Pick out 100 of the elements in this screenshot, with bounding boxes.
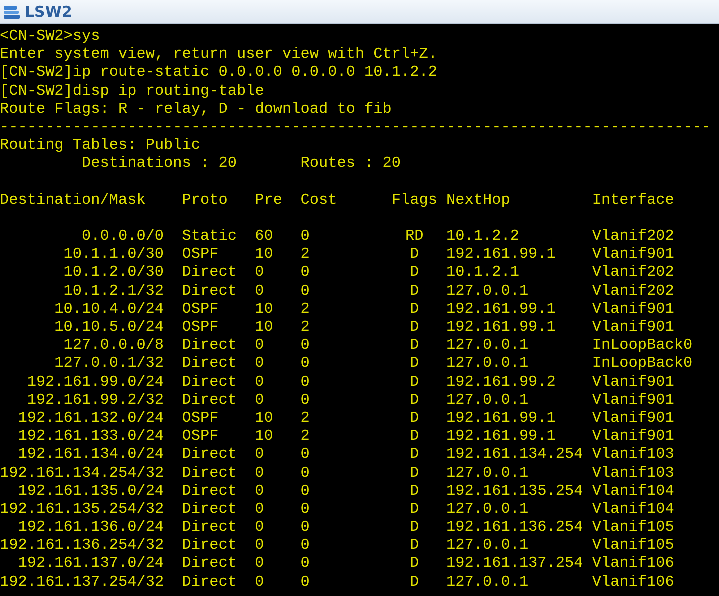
table-cell: Vlanif901 xyxy=(592,245,674,264)
table-cell-text: 0 xyxy=(300,372,311,391)
table-cell-text: 0 xyxy=(300,282,311,300)
table-cell-text: 0 xyxy=(255,536,266,554)
table-cell-text: D xyxy=(409,300,420,318)
table-cell-text: D xyxy=(409,282,420,300)
table-cell-text: 10.1.2.1/32 xyxy=(62,282,164,300)
table-cell-text: 10 xyxy=(255,318,274,336)
table-cell-text: Direct xyxy=(182,354,238,373)
table-cell: Vlanif106 xyxy=(592,554,674,573)
table-cell-text: 0 xyxy=(255,354,266,373)
table-cell-text: Direct xyxy=(182,390,238,409)
table-cell: 192.161.135.254/32 xyxy=(0,500,164,518)
table-cell-text: Direct xyxy=(182,282,238,300)
table-cell-text: D xyxy=(409,518,420,536)
table-cell-text: OSPF xyxy=(182,408,220,428)
table-cell-text: 0.0.0.0/0 xyxy=(81,227,164,246)
table-cell-text: D xyxy=(409,464,420,482)
table-cell-text: Direct xyxy=(182,263,238,282)
table-cell-text: 192.161.99.2/32 xyxy=(26,390,164,409)
table-cell-text: 127.0.0.1 xyxy=(446,354,530,373)
table-cell-text: 0 xyxy=(255,336,266,354)
table-cell-text: Static xyxy=(182,227,238,246)
table-cell-text: 192.161.136.0/24 xyxy=(17,518,164,536)
console-line: Routing Tables: Public xyxy=(0,136,201,154)
table-cell-text: 192.161.99.1 xyxy=(446,318,557,336)
table-cell-text: OSPF xyxy=(182,318,220,336)
table-cell: Vlanif103 xyxy=(592,445,674,464)
table-cell-text: Direct xyxy=(182,500,238,518)
column-header: Destination/Mask xyxy=(0,190,147,209)
table-cell-text: 0 xyxy=(300,390,311,409)
console-line: <CN-SW2>sys xyxy=(0,27,100,46)
table-cell-text: OSPF xyxy=(182,427,220,446)
table-cell-text: D xyxy=(409,408,420,428)
table-cell-text: Direct xyxy=(182,536,238,554)
table-cell: Vlanif202 xyxy=(592,263,674,282)
table-cell-text: 192.161.134.0/24 xyxy=(17,445,164,464)
table-cell-text: 192.161.99.1 xyxy=(446,408,557,428)
table-cell: Vlanif104 xyxy=(592,482,674,500)
table-cell-text: 0 xyxy=(255,445,266,464)
table-cell-text: D xyxy=(409,482,420,500)
routes-count: Routes : 20 xyxy=(300,154,402,172)
table-cell-text: D xyxy=(409,500,420,518)
table-cell: InLoopBack0 xyxy=(592,354,693,373)
table-cell-text: 192.161.134.254 xyxy=(446,445,584,464)
table-cell: Vlanif202 xyxy=(592,227,674,246)
table-cell-text: 0 xyxy=(255,482,266,500)
column-header: NextHop xyxy=(446,190,512,209)
table-cell-text: 60 xyxy=(255,227,274,246)
table-cell-text: Direct xyxy=(182,518,238,536)
table-cell: Vlanif901 xyxy=(592,408,674,428)
table-cell-text: Direct xyxy=(182,372,238,391)
table-cell-text: 127.0.0.1 xyxy=(446,464,530,482)
table-cell-text: 10.1.1.0/30 xyxy=(62,245,164,264)
table-cell-text: 10.10.5.0/24 xyxy=(54,318,164,336)
table-cell-text: 0 xyxy=(255,390,266,409)
table-cell-text: 2 xyxy=(300,245,311,264)
console-line: Route Flags: R - relay, D - download to fib xyxy=(0,100,392,118)
console-line: Enter system view, return user view with Ctrl+Z. xyxy=(0,45,438,64)
table-cell-text: 127.0.0.1 xyxy=(446,500,530,518)
table-cell-text: 10.10.4.0/24 xyxy=(54,300,164,318)
table-cell-text: 0 xyxy=(300,263,311,282)
table-cell-text: 0 xyxy=(300,518,311,536)
table-cell-text: 2 xyxy=(300,427,311,446)
table-cell-text: D xyxy=(409,554,420,573)
table-cell: InLoopBack0 xyxy=(592,336,693,354)
table-cell-text: 0 xyxy=(255,518,266,536)
table-cell-text: Direct xyxy=(182,445,238,464)
table-cell: Vlanif901 xyxy=(592,390,674,409)
table-cell-text: 127.0.0.1 xyxy=(446,390,530,409)
table-cell-text: 0 xyxy=(300,554,311,573)
table-cell-text: 0 xyxy=(255,464,266,482)
table-cell: 192.161.136.254/32 xyxy=(0,536,164,554)
table-cell-text: 0 xyxy=(255,372,266,391)
table-cell-text: 0 xyxy=(300,336,311,354)
table-cell-text: D xyxy=(409,372,420,391)
table-cell-text: 127.0.0.0/8 xyxy=(62,336,164,354)
table-cell-text: 10 xyxy=(255,408,274,428)
table-cell: 192.161.137.254/32 xyxy=(0,572,164,591)
table-cell-text: 0 xyxy=(300,354,311,373)
table-cell-text: 192.161.135.254 xyxy=(446,482,584,500)
table-cell-text: 2 xyxy=(300,300,311,318)
table-cell-text: D xyxy=(409,245,420,264)
table-cell-text: 0 xyxy=(300,227,311,246)
table-cell-text: 10.1.2.0/30 xyxy=(62,263,164,282)
table-cell-text: D xyxy=(409,318,420,336)
table-cell-text: 127.0.0.1 xyxy=(446,536,530,554)
table-cell-text: 192.161.135.0/24 xyxy=(17,482,164,500)
table-cell-text: 0 xyxy=(255,572,266,591)
table-cell-text: 0 xyxy=(255,554,266,573)
table-cell-text: 10 xyxy=(255,245,274,264)
table-cell-text: D xyxy=(409,445,420,464)
table-cell-text: 10 xyxy=(255,300,274,318)
table-cell-text: 127.0.0.1/32 xyxy=(54,354,164,373)
table-cell: Vlanif103 xyxy=(592,464,674,482)
table-cell-text: 10.1.2.1 xyxy=(446,263,520,282)
table-cell-text: Direct xyxy=(182,464,238,482)
table-cell-text: 192.161.136.254 xyxy=(446,518,584,536)
column-header: Cost xyxy=(300,190,338,209)
switch-icon xyxy=(3,4,21,20)
